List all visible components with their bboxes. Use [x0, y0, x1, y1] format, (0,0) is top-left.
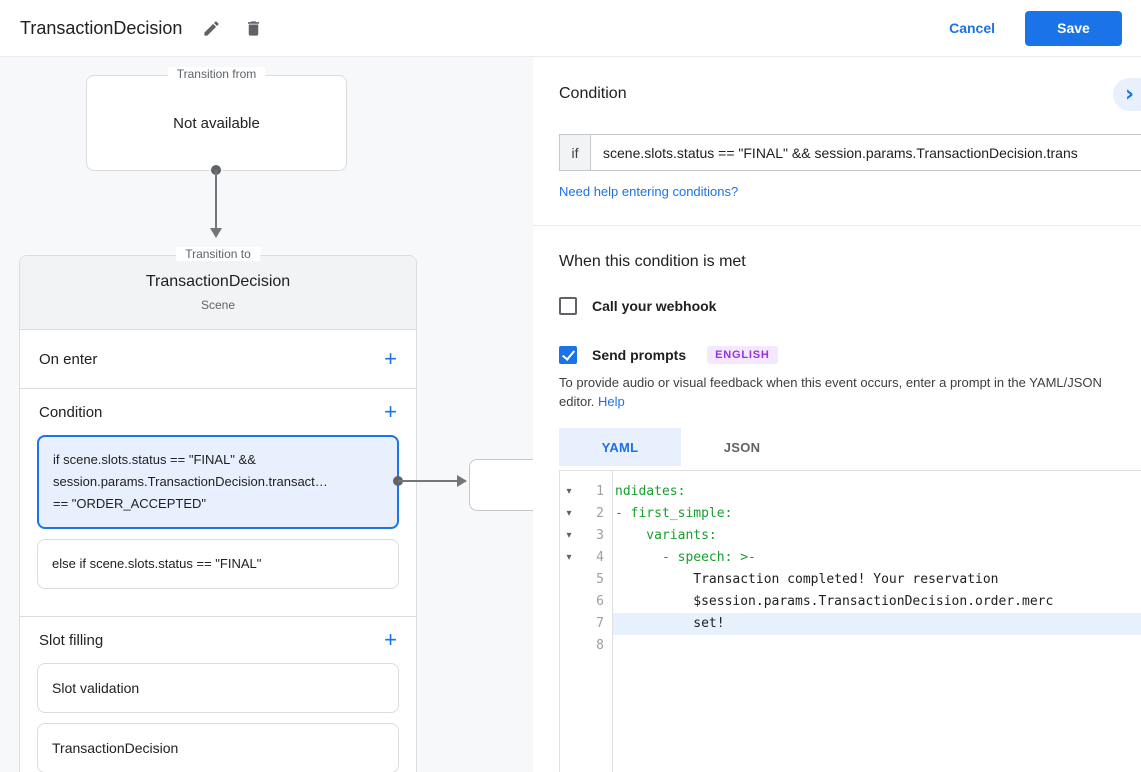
edit-scene-button[interactable]: [198, 15, 224, 41]
code-text[interactable]: Transaction completed! Your reservation: [612, 569, 1141, 591]
delete-scene-button[interactable]: [240, 15, 266, 41]
call-webhook-checkbox[interactable]: [559, 297, 577, 315]
prompt-helper-text: To provide audio or visual feedback when…: [559, 375, 1102, 409]
condition-expression-input[interactable]: [590, 134, 1141, 171]
page-title: TransactionDecision: [20, 17, 183, 38]
collapse-panel-button[interactable]: ›: [1113, 78, 1141, 111]
code-text[interactable]: - first_simple:: [612, 503, 1141, 525]
line-number: 5: [596, 572, 604, 587]
when-condition-met-heading: When this condition is met: [559, 253, 746, 270]
condition-header-row: Condition +: [20, 389, 416, 435]
code-text[interactable]: ndidates:: [612, 481, 1141, 503]
code-line-active: 7 set!: [560, 613, 1141, 635]
tab-json[interactable]: JSON: [681, 428, 803, 466]
scene-type-label: Scene: [200, 298, 236, 312]
chevron-right-icon: ›: [1125, 81, 1135, 107]
tab-yaml[interactable]: YAML: [559, 428, 681, 466]
send-prompts-row: Send prompts ENGLISH: [559, 346, 778, 364]
pencil-icon: [204, 20, 219, 36]
code-text[interactable]: [612, 635, 1141, 657]
arrow-down-icon: [210, 228, 222, 238]
add-on-enter-icon[interactable]: +: [384, 348, 397, 370]
language-badge: ENGLISH: [707, 346, 778, 364]
code-line: ▾ 3 variants:: [560, 525, 1141, 547]
line-number: 3: [596, 528, 604, 543]
add-condition-icon[interactable]: +: [384, 401, 397, 423]
transition-from-legend: Transition from: [167, 67, 266, 81]
condition-line: == "ORDER_ACCEPTED": [53, 496, 206, 511]
condition-section: Condition + if scene.slots.status == "FI…: [20, 389, 416, 617]
fold-arrow-icon[interactable]: ▾: [560, 525, 578, 547]
slot-filling-section-label: Slot filling: [39, 631, 104, 649]
editor-format-tabs: YAML JSON: [559, 428, 803, 466]
flow-canvas: Transition from Not available Transition…: [0, 57, 543, 772]
condition-section-label: Condition: [39, 403, 103, 421]
code-text[interactable]: - speech: >-: [612, 547, 1141, 569]
transition-from-value: Not available: [173, 114, 260, 132]
call-webhook-row: Call your webhook: [559, 297, 716, 315]
scene-editor-screen: TransactionDecision Cancel Save Transiti…: [0, 0, 1141, 772]
fold-arrow-icon[interactable]: ▾: [560, 547, 578, 569]
trash-icon: [247, 20, 259, 36]
send-prompts-checkbox[interactable]: [559, 346, 577, 364]
code-line: 5 Transaction completed! Your reservatio…: [560, 569, 1141, 591]
top-bar-actions: Cancel Save: [949, 10, 1141, 46]
line-number: 6: [596, 594, 604, 609]
code-line: 6 $session.params.TransactionDecision.or…: [560, 591, 1141, 613]
condition-expression-group: if: [559, 134, 1141, 171]
code-text[interactable]: variants:: [612, 525, 1141, 547]
condition-line: if scene.slots.status == "FINAL" &&: [53, 452, 256, 467]
add-slot-icon[interactable]: +: [384, 629, 397, 651]
slot-item-label: Slot validation: [52, 680, 140, 696]
call-webhook-label: Call your webhook: [592, 298, 717, 314]
gutter-separator: [612, 471, 613, 772]
slot-item-label: TransactionDecision: [52, 740, 179, 756]
line-number: 8: [596, 638, 604, 653]
on-enter-row: On enter +: [20, 330, 416, 389]
next-transition-node[interactable]: [469, 459, 543, 511]
panel-title: Condition: [559, 85, 627, 102]
scene-name: TransactionDecision: [145, 273, 291, 290]
panel-divider: [533, 225, 1141, 226]
top-bar: TransactionDecision Cancel Save: [0, 0, 1141, 57]
slot-item[interactable]: Slot validation: [37, 663, 399, 713]
condition-item-selected[interactable]: if scene.slots.status == "FINAL" && sess…: [37, 435, 399, 529]
transition-to-node: Transition to TransactionDecision Scene …: [19, 247, 417, 772]
line-number: 7: [596, 616, 604, 631]
fold-arrow-icon[interactable]: ▾: [560, 481, 578, 503]
transition-from-node: Transition from Not available: [86, 67, 347, 171]
fold-arrow-icon[interactable]: ▾: [560, 503, 578, 525]
save-button[interactable]: Save: [1025, 10, 1122, 46]
condition-item[interactable]: else if scene.slots.status == "FINAL": [37, 539, 399, 589]
if-prefix-label: if: [559, 134, 590, 171]
code-line: ▾ 1 ndidates:: [560, 481, 1141, 503]
scene-card-header[interactable]: TransactionDecision Scene: [20, 256, 416, 330]
on-enter-label: On enter: [39, 350, 98, 368]
arrow-right-icon: [457, 475, 467, 487]
condition-line: session.params.TransactionDecision.trans…: [53, 474, 328, 489]
conditions-help-link[interactable]: Need help entering conditions?: [559, 184, 738, 199]
transition-to-legend: Transition to: [176, 247, 260, 261]
line-number: 1: [596, 484, 604, 499]
line-number: 2: [596, 506, 604, 521]
cancel-button[interactable]: Cancel: [949, 20, 995, 36]
condition-detail-panel: Condition › if Need help entering condit…: [533, 57, 1141, 772]
slot-filling-header-row: Slot filling +: [20, 617, 416, 663]
condition-line: else if scene.slots.status == "FINAL": [52, 556, 262, 571]
line-number: 4: [596, 550, 604, 565]
code-line: ▾ 2 - first_simple:: [560, 503, 1141, 525]
slot-item[interactable]: TransactionDecision: [37, 723, 399, 772]
code-text[interactable]: $session.params.TransactionDecision.orde…: [612, 591, 1141, 613]
connector-line: [215, 170, 217, 229]
code-text[interactable]: set!: [612, 613, 1141, 635]
code-line: 8: [560, 635, 1141, 657]
connector-line: [398, 480, 458, 482]
send-prompts-label: Send prompts: [592, 347, 687, 363]
yaml-code-editor[interactable]: ▾ 1 ndidates: ▾ 2 - first_simple: ▾ 3 varia…: [559, 470, 1141, 772]
code-line: ▾ 4 - speech: >-: [560, 547, 1141, 569]
help-link[interactable]: Help: [598, 394, 625, 409]
